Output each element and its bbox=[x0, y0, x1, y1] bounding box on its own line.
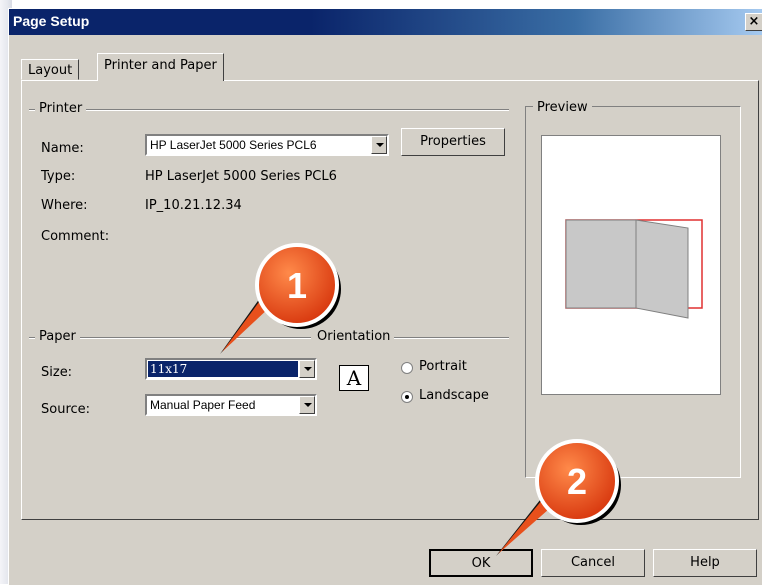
preview-right-page bbox=[635, 219, 689, 319]
help-button-label: Help bbox=[690, 555, 720, 570]
portrait-radio[interactable] bbox=[401, 362, 413, 374]
printer-where-value: IP_10.21.12.34 bbox=[145, 198, 242, 213]
paper-source-label: Source: bbox=[41, 402, 91, 417]
title-bar[interactable]: Page Setup × bbox=[9, 9, 762, 35]
printer-name-dropdown[interactable]: HP LaserJet 5000 Series PCL6 bbox=[145, 134, 389, 156]
dialog-title: Page Setup bbox=[13, 13, 90, 29]
preview-area bbox=[541, 135, 721, 395]
landscape-radio[interactable] bbox=[401, 391, 413, 403]
printer-group-line bbox=[29, 109, 509, 111]
printer-group-label: Printer bbox=[35, 101, 87, 116]
paper-size-label: Size: bbox=[41, 365, 73, 380]
printer-name-label-text: Name: bbox=[41, 141, 84, 156]
preview-group-label: Preview bbox=[533, 100, 592, 115]
button-bar bbox=[9, 541, 762, 585]
callout-1: 1 bbox=[220, 243, 341, 354]
callout-2: 2 bbox=[496, 439, 621, 556]
printer-where-label: Where: bbox=[41, 198, 88, 213]
tab-layout[interactable]: Layout bbox=[21, 59, 80, 80]
orientation-icon-glyph: A bbox=[346, 366, 362, 390]
printer-type-label: Type: bbox=[41, 169, 76, 184]
properties-button[interactable]: Properties bbox=[401, 128, 505, 156]
callout-1-number: 1 bbox=[287, 265, 307, 306]
chevron-down-icon[interactable] bbox=[299, 396, 315, 414]
printer-type-value: HP LaserJet 5000 Series PCL6 bbox=[145, 169, 337, 184]
landscape-orientation-icon: A bbox=[339, 365, 369, 391]
chevron-down-icon[interactable] bbox=[371, 136, 387, 154]
close-button[interactable]: × bbox=[745, 13, 762, 31]
callout-2-number: 2 bbox=[567, 461, 587, 502]
printer-comment-label: Comment: bbox=[41, 229, 110, 244]
help-button[interactable]: Help bbox=[653, 549, 757, 577]
paper-source-value: Manual Paper Feed bbox=[150, 398, 256, 412]
preview-left-page bbox=[565, 219, 637, 309]
landscape-label[interactable]: Landscape bbox=[419, 388, 489, 403]
tab-layout-label: Layout bbox=[28, 63, 73, 78]
close-icon: × bbox=[748, 14, 760, 29]
printer-name-label: Name: bbox=[41, 141, 84, 156]
paper-source-dropdown[interactable]: Manual Paper Feed bbox=[145, 394, 317, 416]
page-preview-graphic bbox=[565, 219, 703, 319]
paper-group-label: Paper bbox=[35, 329, 80, 344]
printer-name-value: HP LaserJet 5000 Series PCL6 bbox=[150, 138, 317, 152]
properties-button-label: Properties bbox=[420, 134, 486, 149]
page-setup-dialog: Page Setup × Layout Printer and Paper Pr… bbox=[8, 8, 762, 585]
tab-printer-and-paper[interactable]: Printer and Paper bbox=[97, 53, 224, 81]
portrait-label[interactable]: Portrait bbox=[419, 359, 467, 374]
tab-printer-and-paper-label: Printer and Paper bbox=[104, 58, 217, 73]
